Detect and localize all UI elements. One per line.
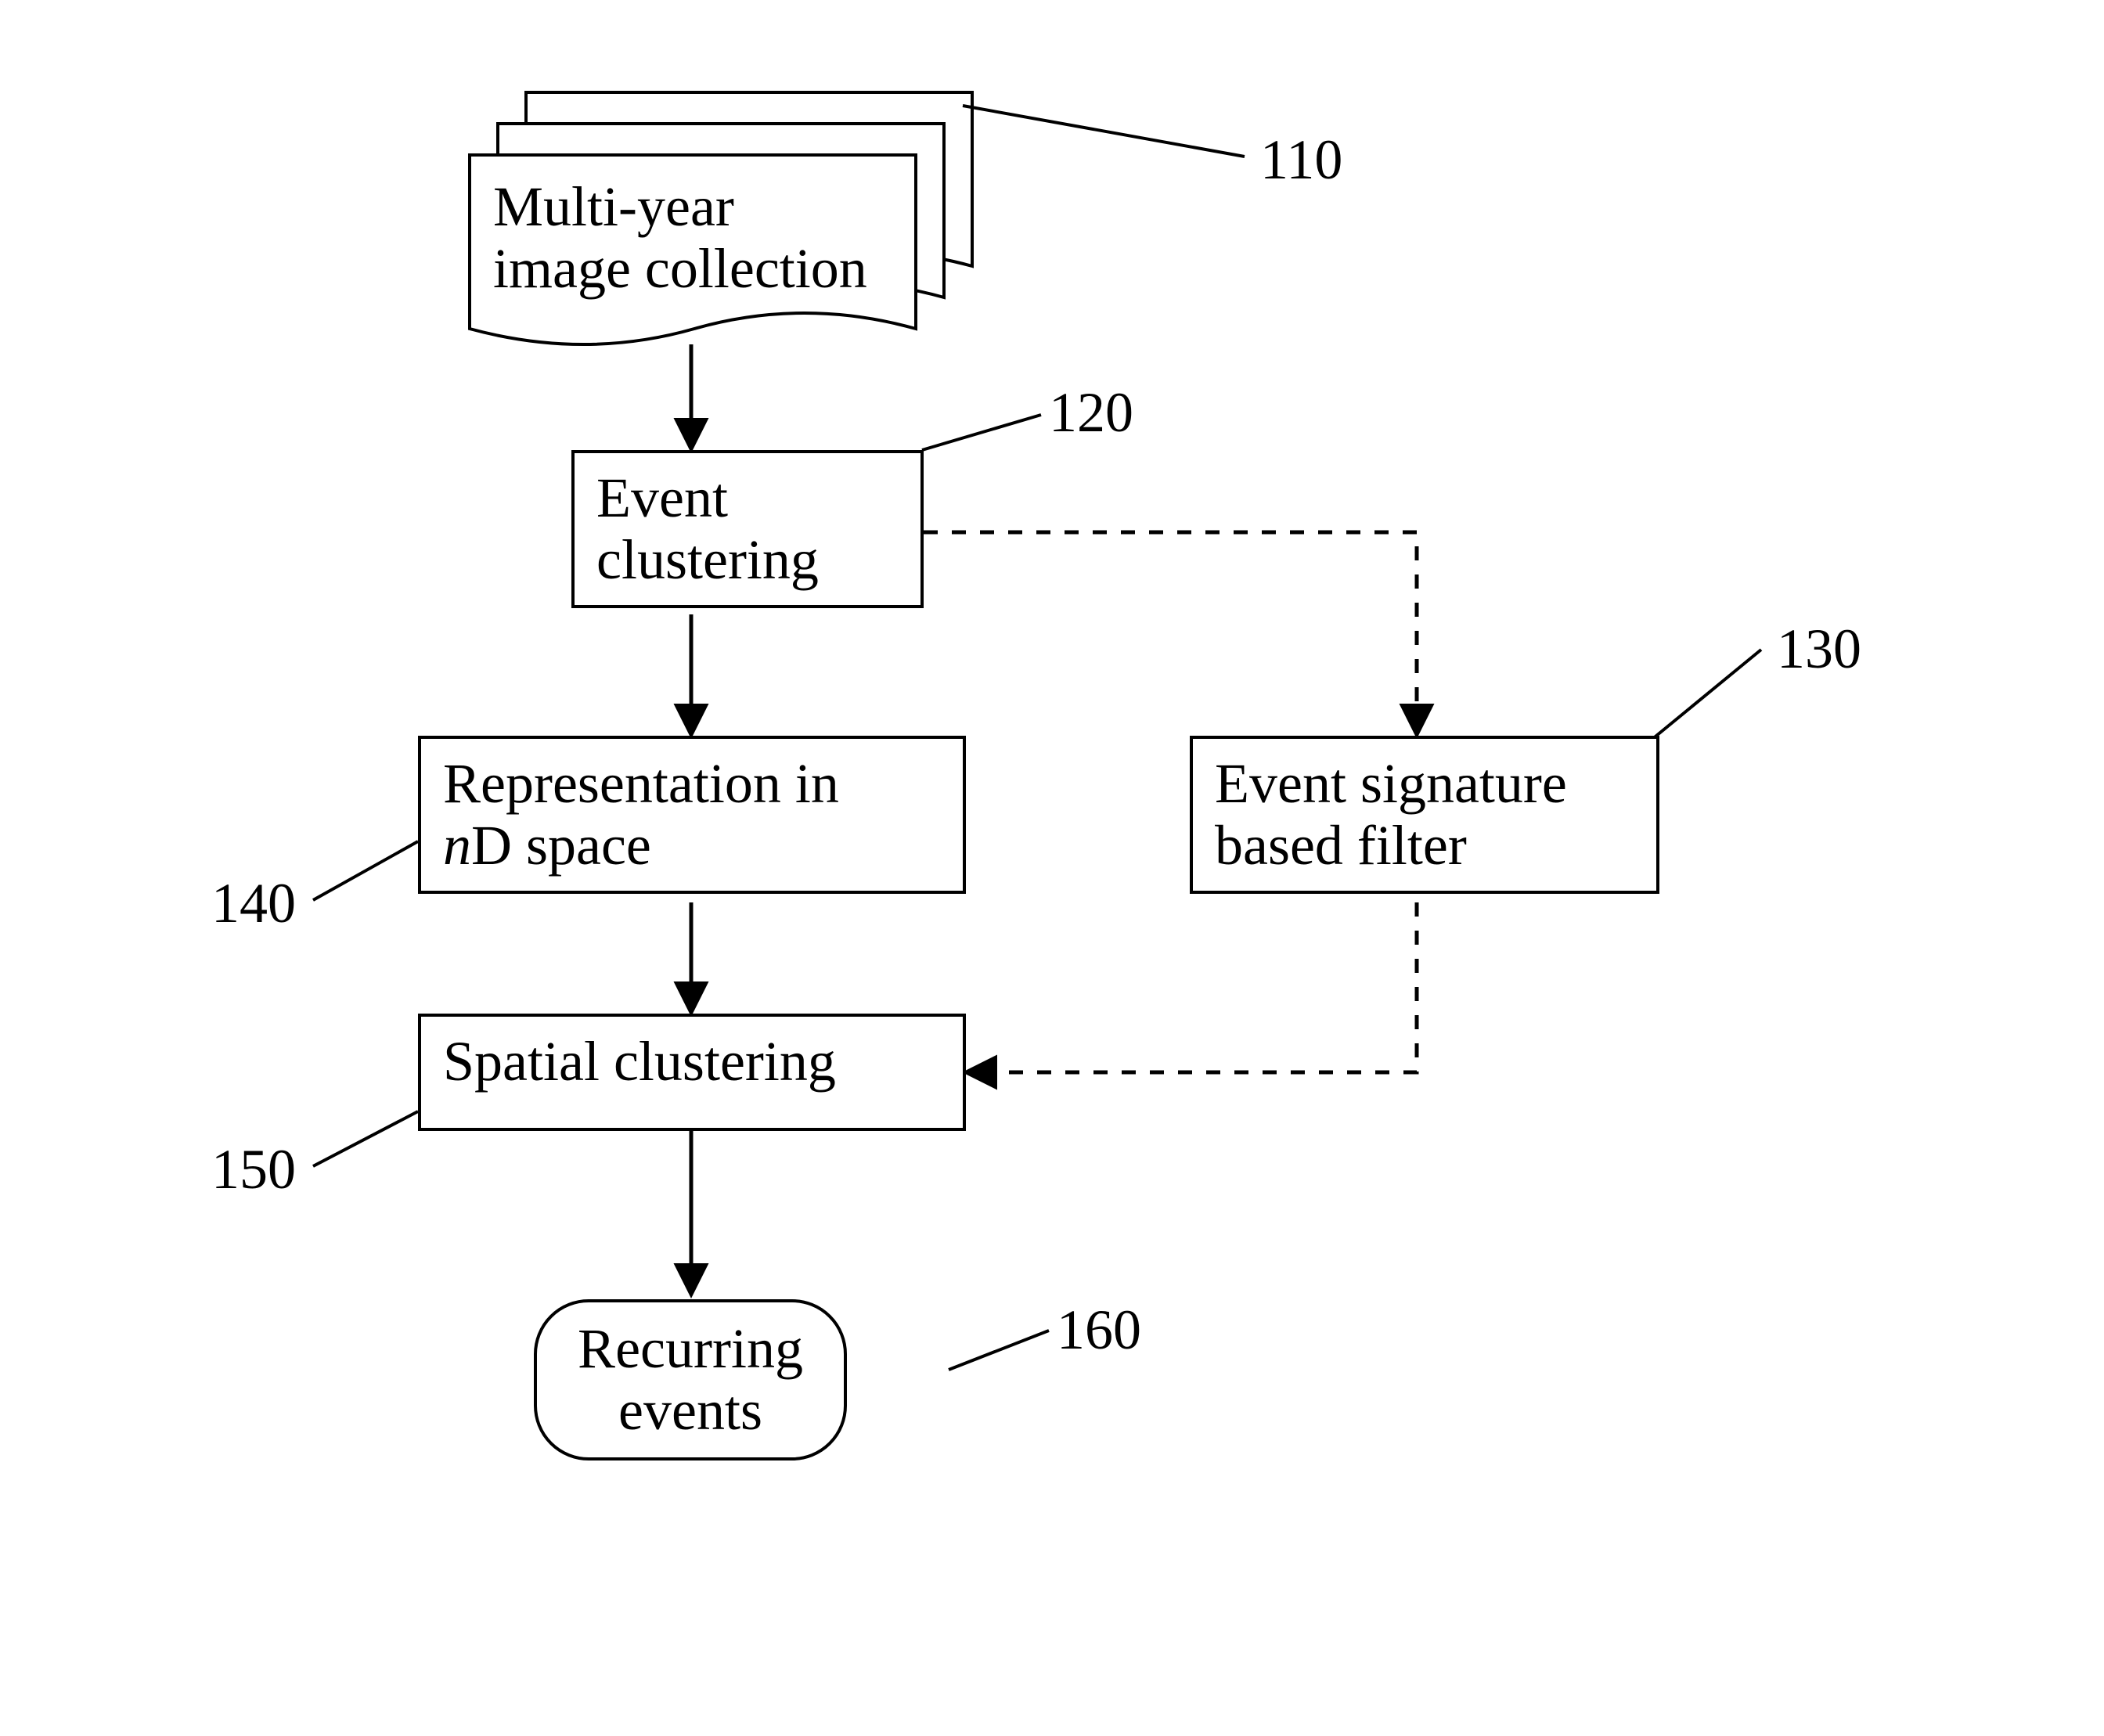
- recurring-events-text-line1: Recurring: [568, 1318, 812, 1380]
- spatial-clustering-node: Spatial clustering: [418, 1014, 966, 1131]
- representation-suffix: D space: [471, 814, 651, 877]
- event-clustering-node: Event clustering: [571, 450, 924, 608]
- signature-filter-node: Event signature based filter: [1190, 736, 1659, 894]
- ref-160: 160: [1057, 1299, 1141, 1361]
- representation-text-line2: nD space: [443, 815, 941, 877]
- input-docs-node: Multi-year image collection: [470, 160, 955, 315]
- input-docs-text-line2: image collection: [493, 238, 931, 300]
- input-docs-text-line1: Multi-year: [493, 176, 931, 238]
- event-clustering-text-line1: Event: [596, 467, 899, 529]
- ref-140: 140: [211, 873, 296, 935]
- ref-120: 120: [1049, 382, 1133, 444]
- recurring-events-text-line2: events: [568, 1380, 812, 1442]
- representation-node: Representation in nD space: [418, 736, 966, 894]
- connectors-overlay: [0, 0, 2104, 1736]
- representation-n-var: n: [443, 814, 471, 877]
- event-clustering-text-line2: clustering: [596, 529, 899, 591]
- ref-110: 110: [1260, 129, 1342, 191]
- signature-filter-text-line1: Event signature: [1215, 753, 1634, 815]
- representation-text-line1: Representation in: [443, 753, 941, 815]
- ref-150: 150: [211, 1139, 296, 1201]
- signature-filter-text-line2: based filter: [1215, 815, 1634, 877]
- recurring-events-node: Recurring events: [534, 1299, 847, 1460]
- ref-130: 130: [1777, 618, 1861, 680]
- spatial-clustering-text-line1: Spatial clustering: [443, 1031, 941, 1093]
